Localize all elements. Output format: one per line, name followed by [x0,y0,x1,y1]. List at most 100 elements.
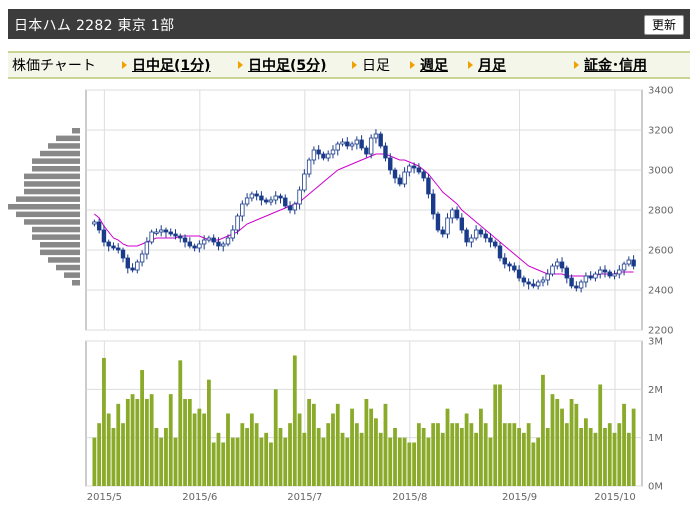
x-axis-ticks: 2015/5 2015/6 2015/7 2015/8 2015/9 2015/10 [87,492,636,503]
candle-body [163,229,169,233]
candle-body [435,213,441,231]
candle-body [283,197,288,207]
volume-bar [569,399,574,486]
volume-bar [493,384,498,486]
volume-profile-bar [72,280,80,286]
volume-bar [192,413,197,486]
volume-bar [288,423,292,486]
candle-body [120,249,126,259]
volume-bar [393,428,397,486]
volume-profile-bar [72,128,80,134]
volume-bar [197,408,202,486]
volume-panel: 0M 1M 2M 3M [85,337,663,493]
price-tick-label: 2200 [648,326,673,337]
volume-bar [455,423,459,486]
candle-body [497,245,503,259]
candle-body [192,245,197,249]
volume-bar [111,428,116,486]
volume-bar [407,442,412,486]
candle-body [464,229,469,243]
volume-bar [269,442,273,486]
candle-body [211,237,216,243]
candle-body [254,193,259,197]
volume-bar [121,423,125,486]
volume-bar [159,437,164,486]
price-tick-label: 3400 [648,86,673,97]
candle-body [555,261,560,267]
candle-body [626,259,632,265]
volume-bar [593,432,598,486]
candle-body [602,269,608,273]
volume-bar [140,370,145,486]
volume-bar [230,437,235,486]
volume-bar [178,360,183,486]
candle-body [421,171,426,179]
volume-bar [531,442,536,486]
candle-body [135,261,140,271]
volume-bar [488,437,493,486]
volume-bar [626,432,631,486]
candle-body [364,147,369,155]
volume-bar [607,423,612,486]
volume-bar [283,437,288,486]
volume-bar [116,403,121,486]
candle-body [116,247,121,251]
volume-bar [125,399,130,486]
volume-profile-bar [32,234,80,240]
volume-bar [598,384,603,486]
volume-bar [588,428,593,486]
volume-bar [416,423,421,486]
candle-body [368,137,374,155]
candle-body [378,133,383,147]
candle-body [430,193,436,215]
x-tick-label: 2015/8 [392,492,427,503]
price-tick-label: 2800 [648,206,673,217]
candle-body [306,159,312,175]
candle-body [345,141,350,147]
candle-body [216,241,221,247]
volume-bar [207,379,211,486]
volume-profile-bar [32,226,80,233]
volume-profile-bar [24,188,80,195]
volume-bar [144,399,149,486]
candle-body [550,265,555,275]
volume-bar [326,423,331,486]
volume-bar [431,423,436,486]
candle-body [206,237,212,241]
candle-body [454,209,460,219]
volume-bar [278,428,283,486]
volume-profile-bar [48,257,80,263]
x-tick-label: 2015/7 [287,492,322,503]
candle-body [249,193,255,199]
volume-tick-label: 3M [648,337,663,348]
volume-bar [297,413,302,486]
candle-body [488,237,493,243]
volume-bar [364,399,369,486]
candle-body [459,217,465,231]
volume-profile-bar [40,150,80,157]
candle-body [483,233,488,239]
candle-body [144,241,150,255]
candle-body [473,229,479,239]
volume-profile-bar [16,196,80,202]
candle-body [493,241,498,247]
candle-body [450,209,455,219]
volume-bar [216,432,221,486]
candle-body [330,149,336,155]
volume-profile-bar [40,249,80,256]
price-tick-label: 2400 [648,286,673,297]
volume-profile-bar [16,211,80,218]
volume-bar [259,437,264,486]
candle-body [297,189,302,205]
volume-bar [526,423,531,486]
volume-bar [106,413,111,486]
volume-bar [617,423,622,486]
volume-bar [502,423,507,486]
volume-bar [154,428,159,486]
candle-body [311,149,317,161]
price-panel: 2200 2400 2600 2800 3000 3200 3400 [8,86,673,337]
candle-body [521,277,527,283]
candle-body [397,177,402,185]
volume-bar [440,432,445,486]
volume-bar [464,413,469,486]
